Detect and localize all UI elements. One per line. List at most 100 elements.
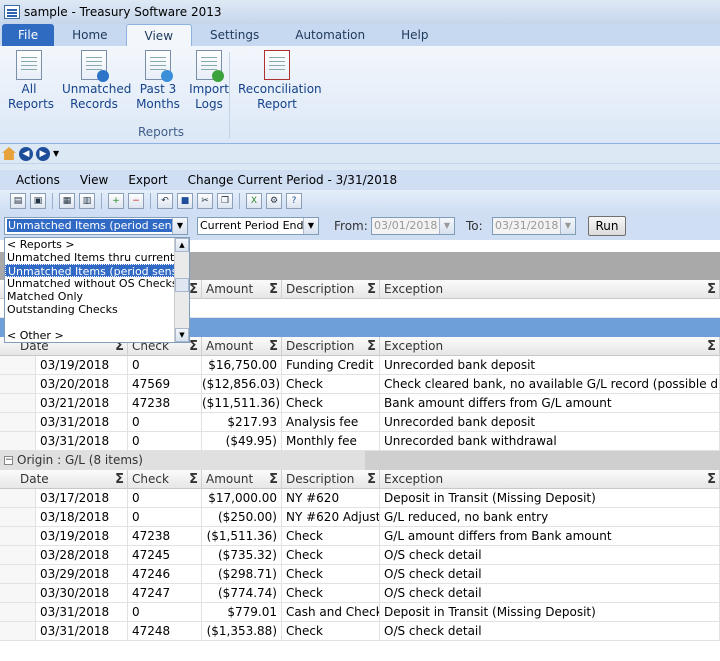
- ribbon-tabs: File Home View Settings Automation Help: [0, 24, 720, 46]
- dropdown-option[interactable]: Unmatched without OS Checks: [5, 277, 189, 290]
- table-row[interactable]: 03/31/2018 47248 ($1,353.88) Check O/S check…: [0, 622, 720, 641]
- reconciliation-report-button[interactable]: Reconciliation Report: [238, 50, 322, 112]
- forward-arrow-icon[interactable]: ▶: [36, 146, 50, 161]
- table-row[interactable]: 03/29/2018 47246 ($298.71) Check O/S check d…: [0, 565, 720, 584]
- tab-automation[interactable]: Automation: [277, 24, 383, 46]
- collapse-icon[interactable]: −: [4, 456, 13, 465]
- from-date-field[interactable]: 03/01/2018 ▼: [371, 217, 455, 235]
- print-icon[interactable]: ▤: [10, 193, 26, 209]
- table-row[interactable]: 03/19/2018 47238 ($1,511.36) Check G/L amoun…: [0, 527, 720, 546]
- table-row[interactable]: 03/31/20180$779.01Cash and Check...Depos…: [0, 603, 720, 622]
- tab-settings[interactable]: Settings: [192, 24, 277, 46]
- scroll-down-icon[interactable]: ▼: [175, 328, 189, 342]
- add-row-icon[interactable]: +: [108, 193, 124, 209]
- table-row[interactable]: 03/30/2018 47247 ($774.74) Check O/S check d…: [0, 584, 720, 603]
- table-row[interactable]: 03/21/2018 47238 ($11,511.36) Check Bank amo…: [0, 394, 720, 413]
- chevron-down-icon[interactable]: ▼: [439, 218, 454, 234]
- cell-date: 03/31/2018: [36, 622, 128, 641]
- row-header[interactable]: [0, 546, 36, 564]
- col-amount[interactable]: Amount Σ: [202, 470, 282, 489]
- past-3-months-button[interactable]: Past 3 Months: [135, 50, 181, 112]
- cell-date: 03/31/2018: [36, 432, 128, 451]
- chevron-down-icon[interactable]: ▼: [560, 218, 575, 234]
- all-reports-button[interactable]: All Reports: [8, 50, 54, 112]
- menu-export[interactable]: Export: [128, 173, 167, 187]
- menu-change-period[interactable]: Change Current Period - 3/31/2018: [188, 173, 398, 187]
- dropdown-scrollbar[interactable]: ▲ ▼: [174, 238, 189, 342]
- tab-file[interactable]: File: [2, 24, 55, 46]
- tab-view[interactable]: View: [125, 24, 193, 46]
- settings-icon[interactable]: ⚙: [266, 193, 282, 209]
- to-date-field[interactable]: 03/31/2018 ▼: [492, 217, 576, 235]
- row-header[interactable]: [0, 584, 36, 602]
- row-header[interactable]: [0, 603, 36, 621]
- scroll-thumb[interactable]: [175, 278, 189, 292]
- cell-check: 0: [128, 489, 202, 508]
- dropdown-option[interactable]: Outstanding Checks: [5, 303, 189, 316]
- cell-description: Cash and Check...: [282, 603, 380, 622]
- copy-icon[interactable]: ❐: [217, 193, 233, 209]
- report-dropdown-list[interactable]: < Reports > Unmatched Items thru current…: [4, 237, 190, 343]
- menu-view[interactable]: View: [80, 173, 108, 187]
- period-select[interactable]: Current Period Ending ▼: [197, 217, 319, 235]
- table-row[interactable]: 03/20/2018 47569 ($12,856.03) Check Check cl…: [0, 375, 720, 394]
- col-check[interactable]: Check Σ: [128, 470, 202, 489]
- row-header[interactable]: [0, 394, 36, 412]
- back-arrow-icon[interactable]: ◀: [19, 146, 33, 161]
- quick-access-dropdown-icon[interactable]: ▼: [53, 149, 59, 158]
- dropdown-option[interactable]: Matched Only: [5, 290, 189, 303]
- cut-icon[interactable]: ✂: [197, 193, 213, 209]
- row-header[interactable]: [0, 527, 36, 545]
- grid-icon[interactable]: ▥: [79, 193, 95, 209]
- row-header[interactable]: [0, 489, 36, 507]
- run-button[interactable]: Run: [588, 216, 626, 236]
- import-logs-button[interactable]: Import Logs: [188, 50, 230, 112]
- table-row[interactable]: 03/31/2018 0 ($49.95) Monthly fee Unrecorded…: [0, 432, 720, 451]
- col-description[interactable]: Description Σ: [282, 337, 380, 356]
- col-date[interactable]: Date Σ: [0, 470, 128, 489]
- dropdown-option[interactable]: Unmatched Items thru current: [5, 251, 189, 264]
- app-icon: [4, 5, 20, 19]
- cell-check: 0: [128, 413, 202, 432]
- dropdown-option[interactable]: [5, 316, 189, 329]
- dropdown-option[interactable]: < Other >: [5, 329, 189, 342]
- help-icon[interactable]: ?: [286, 193, 302, 209]
- table-row[interactable]: 03/28/2018 47245 ($735.32) Check O/S check d…: [0, 546, 720, 565]
- table-row[interactable]: 03/19/2018 0 $16,750.00 Funding Credit Unrec…: [0, 356, 720, 375]
- unmatched-records-button[interactable]: Unmatched Records: [62, 50, 131, 112]
- row-header[interactable]: [0, 432, 36, 450]
- report-select[interactable]: Unmatched Items (period sensitive) ▼: [4, 217, 188, 235]
- quick-access-bar: ◀ ▶ ▼: [0, 144, 720, 164]
- row-header[interactable]: [0, 375, 36, 393]
- col-amount[interactable]: Amount Σ: [202, 337, 282, 356]
- layout-icon[interactable]: ▦: [59, 193, 75, 209]
- table-row[interactable]: 03/17/2018 0 $17,000.00 NY #620 Deposit in T…: [0, 489, 720, 508]
- save-icon[interactable]: ■: [177, 193, 193, 209]
- gl-group-header[interactable]: − Origin : G/L (8 items): [0, 451, 720, 470]
- undo-icon[interactable]: ↶: [157, 193, 173, 209]
- chevron-down-icon[interactable]: ▼: [172, 218, 187, 234]
- preview-icon[interactable]: ▣: [30, 193, 46, 209]
- scroll-up-icon[interactable]: ▲: [175, 238, 189, 252]
- menu-actions[interactable]: Actions: [16, 173, 60, 187]
- row-header[interactable]: [0, 356, 36, 374]
- tab-home[interactable]: Home: [54, 24, 125, 46]
- cell-description: Check: [282, 375, 380, 394]
- cell-description: Funding Credit: [282, 356, 380, 375]
- col-exception[interactable]: Exception Σ: [380, 337, 720, 356]
- delete-row-icon[interactable]: −: [128, 193, 144, 209]
- row-header[interactable]: [0, 508, 36, 526]
- col-description[interactable]: Description Σ: [282, 470, 380, 489]
- tab-help[interactable]: Help: [383, 24, 446, 46]
- excel-export-icon[interactable]: X: [246, 193, 262, 209]
- col-exception[interactable]: Exception Σ: [380, 470, 720, 489]
- home-icon[interactable]: [2, 147, 16, 160]
- row-header[interactable]: [0, 622, 36, 640]
- dropdown-option[interactable]: < Reports >: [5, 238, 189, 251]
- row-header[interactable]: [0, 565, 36, 583]
- table-row[interactable]: 03/31/2018 0 $217.93 Analysis fee Unrecorded…: [0, 413, 720, 432]
- dropdown-option-selected[interactable]: Unmatched Items (period sensitive): [5, 264, 189, 277]
- row-header[interactable]: [0, 413, 36, 431]
- chevron-down-icon[interactable]: ▼: [303, 218, 318, 234]
- table-row[interactable]: 03/18/20180($250.00)NY #620 Adjust...G/L…: [0, 508, 720, 527]
